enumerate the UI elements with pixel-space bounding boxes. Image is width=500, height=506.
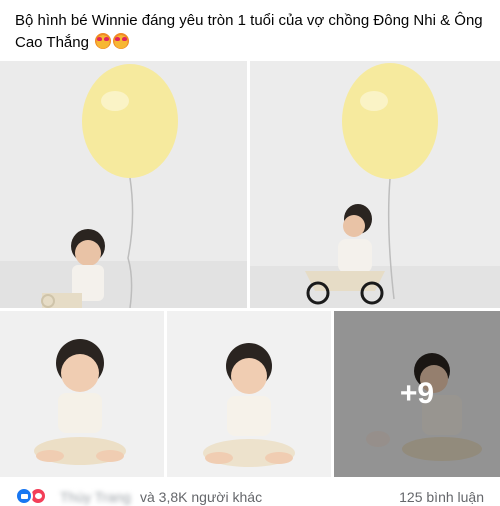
photo-5-more[interactable]: +9 bbox=[334, 311, 500, 477]
reactor-others-count[interactable]: và 3,8K người khác bbox=[140, 489, 262, 505]
caption-text: Bộ hình bé Winnie đáng yêu tròn 1 tuổi c… bbox=[15, 12, 483, 51]
comment-count[interactable]: 125 bình luận bbox=[399, 489, 484, 505]
post-caption: Bộ hình bé Winnie đáng yêu tròn 1 tuổi c… bbox=[15, 10, 485, 54]
photo-1[interactable] bbox=[0, 61, 247, 308]
photo-grid: +9 bbox=[0, 61, 500, 477]
smiling-face-with-hearts-icon bbox=[95, 33, 112, 49]
reactions-bar: Thùy Trang và 3,8K người khác 125 bình l… bbox=[0, 477, 500, 506]
more-photos-overlay[interactable]: +9 bbox=[334, 311, 500, 477]
smiling-face-with-hearts-icon bbox=[113, 33, 130, 49]
reactor-name[interactable]: Thùy Trang bbox=[60, 489, 131, 505]
more-photos-count: +9 bbox=[399, 377, 435, 410]
photo-4[interactable] bbox=[167, 311, 331, 477]
photo-3[interactable] bbox=[0, 311, 164, 477]
photo-2[interactable] bbox=[250, 61, 500, 308]
like-icon bbox=[15, 487, 33, 505]
